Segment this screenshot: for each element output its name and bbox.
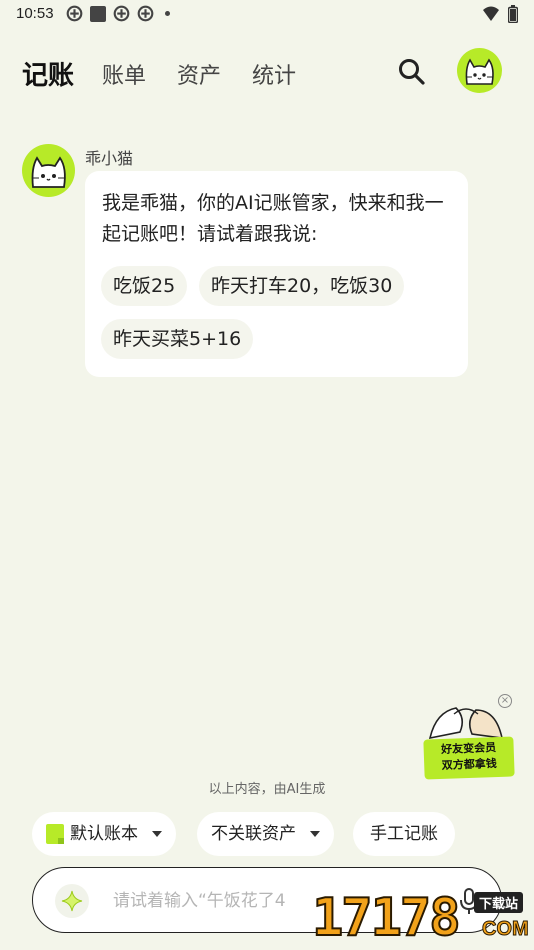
suggestion-chip[interactable]: 昨天买菜5+16	[101, 319, 254, 359]
status-right-icons	[482, 5, 518, 23]
battery-icon	[508, 5, 518, 23]
top-nav: 记账 账单 资产 统计	[0, 48, 534, 96]
promo-line2: 双方都拿钱	[441, 757, 497, 772]
status-time: 10:53	[16, 5, 54, 22]
watermark: 17178 下载站 COM	[311, 887, 534, 950]
account-book-selector[interactable]: 默认账本	[32, 812, 176, 856]
status-bar: 10:53	[0, 0, 534, 30]
app-notification-icon	[66, 5, 83, 22]
tab-statistics[interactable]: 统计	[252, 58, 296, 90]
tab-bills[interactable]: 账单	[102, 58, 146, 90]
square-icon	[90, 5, 106, 22]
status-left-icons	[66, 5, 170, 22]
referral-promo[interactable]: × 好友变会员 双方都拿钱	[418, 694, 518, 782]
asset-selector[interactable]: 不关联资产	[197, 812, 334, 856]
manual-entry-label: 手工记账	[370, 824, 438, 844]
ai-generated-note: 以上内容，由AI生成	[208, 782, 326, 797]
bot-name: 乖小猫	[85, 149, 134, 168]
sparkle-icon	[61, 890, 83, 912]
wifi-icon	[483, 6, 499, 21]
message-text: 我是乖猫，你的AI记账管家，快来和我一起记账吧！请试着跟我说:	[102, 192, 444, 245]
search-icon[interactable]	[396, 56, 428, 88]
tab-assets[interactable]: 资产	[177, 58, 221, 90]
dot-icon	[165, 11, 170, 16]
caret-down-icon	[310, 831, 320, 837]
bot-avatar	[22, 144, 75, 197]
promo-banner: 好友变会员 双方都拿钱	[423, 736, 515, 780]
app-notification-icon	[113, 5, 130, 22]
ai-sparkle-button[interactable]	[55, 884, 89, 918]
tab-record[interactable]: 记账	[22, 55, 74, 92]
book-icon	[46, 824, 64, 844]
account-book-label: 默认账本	[70, 824, 138, 844]
watermark-tag: 下载站	[474, 892, 524, 913]
caret-down-icon	[152, 831, 162, 837]
manual-entry-button[interactable]: 手工记账	[353, 812, 455, 856]
cat-avatar-icon	[31, 156, 66, 188]
suggestion-chip[interactable]: 吃饭25	[101, 266, 188, 306]
watermark-number: 17178	[311, 887, 462, 949]
asset-label: 不关联资产	[211, 824, 296, 844]
message-bubble: 我是乖猫，你的AI记账管家，快来和我一起记账吧！请试着跟我说: 吃饭25 昨天打…	[85, 171, 468, 377]
app-notification-icon	[137, 5, 154, 22]
suggestion-chip[interactable]: 昨天打车20，吃饭30	[199, 266, 405, 306]
cat-avatar-icon	[465, 58, 494, 85]
user-avatar[interactable]	[457, 48, 502, 93]
watermark-suffix: COM	[482, 918, 530, 941]
